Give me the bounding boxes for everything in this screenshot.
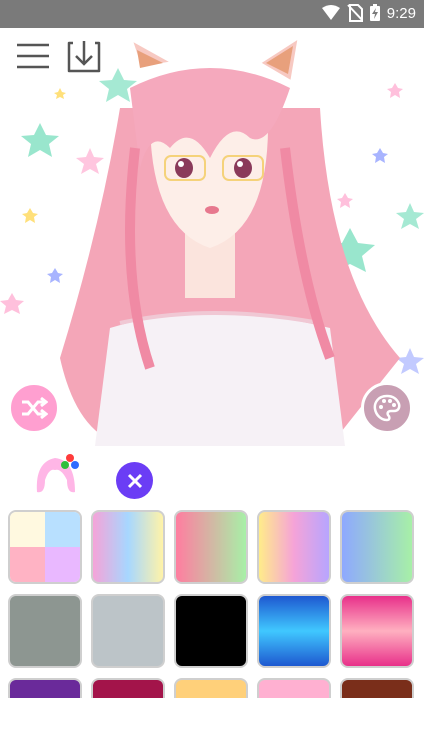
wifi-icon — [321, 5, 340, 20]
bottom-area — [0, 698, 424, 755]
swatch-blue-green[interactable] — [340, 510, 414, 584]
menu-icon — [17, 43, 49, 69]
swatch-multi-pastel[interactable] — [8, 510, 82, 584]
swatch-red-green[interactable] — [174, 510, 248, 584]
swatch-pink-blue-yellow[interactable] — [91, 510, 165, 584]
color-panel — [0, 446, 424, 752]
character-canvas[interactable] — [0, 28, 424, 446]
swatch-light-gray[interactable] — [91, 594, 165, 668]
status-icons: 9:29 — [321, 4, 416, 22]
status-time: 9:29 — [386, 4, 416, 22]
battery-charging-icon — [369, 4, 380, 21]
swatch-pink-gradient[interactable] — [340, 594, 414, 668]
hair-color-icon — [36, 454, 79, 493]
swatch-yellow-purple[interactable] — [257, 510, 331, 584]
close-icon — [127, 473, 142, 488]
shuffle-icon — [22, 396, 48, 420]
swatch-black[interactable] — [174, 594, 248, 668]
status-bar: 9:29 — [0, 0, 424, 28]
palette-button[interactable] — [361, 382, 413, 434]
swatch-blue-gradient[interactable] — [257, 594, 331, 668]
no-sim-icon — [347, 4, 363, 22]
hair-color-category[interactable] — [33, 452, 83, 498]
menu-button[interactable] — [14, 37, 52, 75]
swatch-gray[interactable] — [8, 594, 82, 668]
randomize-button[interactable] — [8, 382, 60, 434]
download-button[interactable] — [65, 37, 103, 75]
clear-button[interactable] — [116, 462, 153, 499]
character-preview — [0, 31, 424, 446]
palette-icon — [373, 394, 401, 422]
download-icon — [67, 41, 101, 73]
